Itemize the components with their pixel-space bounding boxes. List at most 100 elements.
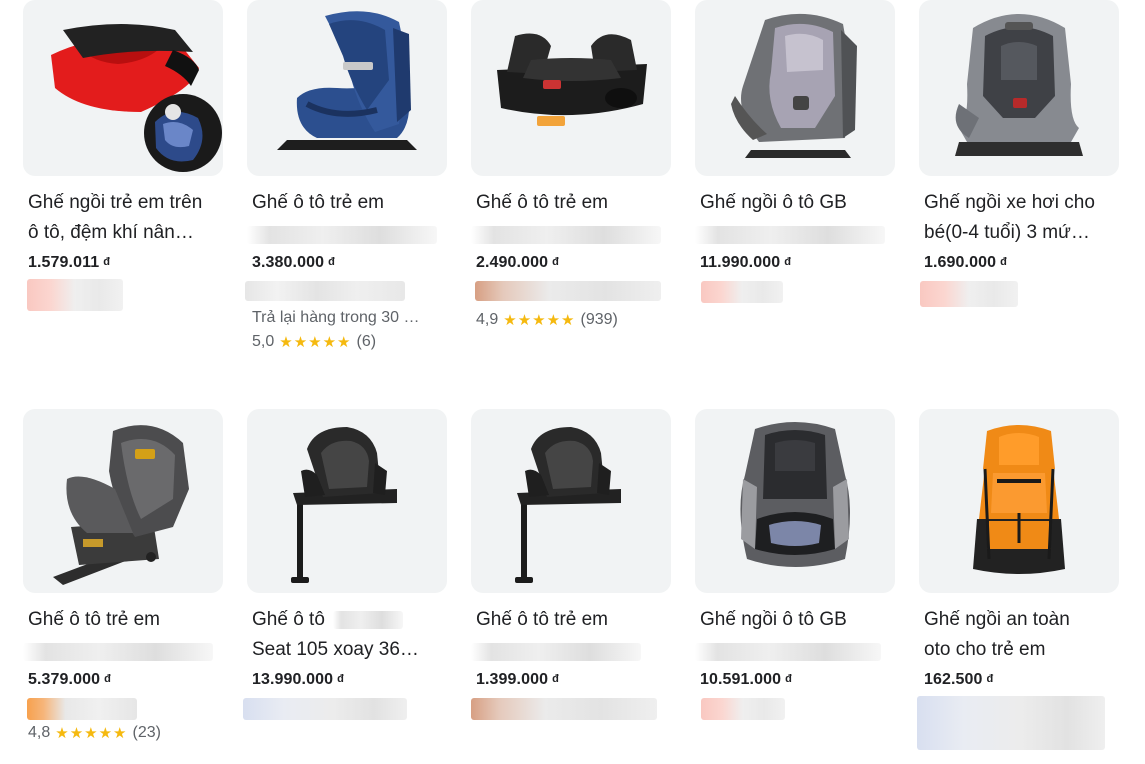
product-title-line1: Ghế ngồi trẻ em trên [28,192,203,213]
rotating-isofix-seat-image[interactable] [23,409,223,593]
product-title[interactable]: Ghế ô tô trẻ em [247,188,447,248]
product-title-line1: Ghế ô tô trẻ em [252,192,385,213]
price-value: 1.690.000 [924,254,997,271]
product-price: 1.399.000 đ [471,671,671,689]
product-title-line1: Ghế ngồi an toàn [924,609,1070,630]
product-title[interactable]: Ghế ngồi trẻ em trên ô tô, đệm khí nân… [23,188,223,248]
product-title[interactable]: Ghế ô tô trẻ em [23,605,223,665]
rating-value: 4,8 [28,724,51,741]
price-value: 3.380.000 [252,254,325,271]
seller-logo [475,281,661,301]
currency-symbol: đ [1000,256,1007,268]
gray-convertible-seat-image[interactable] [695,0,895,176]
review-count: (939) [580,311,618,328]
currency-symbol: đ [337,673,344,685]
product-card[interactable]: Ghế ngồi ô tô GB 10.591.000 đ [695,409,895,722]
seller-row[interactable] [917,696,1119,750]
product-title[interactable]: Ghế ô tô trẻ em [471,605,671,665]
leg-support-seat-image[interactable] [247,409,447,593]
product-card[interactable]: Ghế ngồi trẻ em trên ô tô, đệm khí nân… … [23,0,223,311]
product-card[interactable]: Ghế ô tô trẻ em 1.399.000 đ [471,409,671,722]
product-title-line1: Ghế ô tô trẻ em [28,609,161,630]
product-price: 10.591.000 đ [695,671,895,689]
seller-row[interactable] [695,698,895,722]
product-price: 13.990.000 đ [247,671,447,689]
black-booster-seat-image[interactable] [471,0,671,176]
seller-logo [920,281,1018,307]
price-value: 13.990.000 [252,671,334,688]
rating-value: 4,9 [476,311,499,328]
price-value: 1.579.011 [28,254,100,271]
seller-row[interactable] [471,698,671,722]
seller-logo [27,279,123,311]
product-card[interactable]: Ghế ô tô Seat 105 xoay 36… 13.990.000 đ [243,409,447,722]
product-title[interactable]: Ghế ô tô trẻ em [471,188,671,248]
currency-symbol: đ [104,673,111,685]
product-title-line2: ô tô, đệm khí nân… [28,222,194,243]
product-title[interactable]: Ghế ngồi ô tô GB [695,605,895,665]
product-title-line2: bé(0-4 tuổi) 3 mứ… [924,222,1090,243]
seller-row[interactable] [695,281,895,305]
product-price: 5.379.000 đ [23,671,223,689]
high-back-booster-image[interactable] [695,409,895,593]
product-title[interactable]: Ghế ngồi ô tô GB [695,188,895,248]
stars-icon: ★★★★★ [279,334,352,351]
product-price: 2.490.000 đ [471,254,671,272]
review-count: (23) [132,724,161,741]
seller-logo [701,698,785,720]
product-price: 3.380.000 đ [247,254,447,272]
currency-symbol: đ [552,673,559,685]
seller-row[interactable] [23,698,223,722]
seller-logo [245,281,405,301]
seller-logo [701,281,783,303]
product-card[interactable]: Ghế ô tô trẻ em 2.490.000 đ 4,9 ★★★★★ (93… [471,0,671,329]
product-rating[interactable]: 4,9 ★★★★★ (939) [471,311,671,329]
product-rating[interactable]: 4,8 ★★★★★ (23) [23,724,223,742]
price-value: 1.399.000 [476,671,549,688]
product-price: 11.990.000 đ [695,254,895,272]
gray-infant-seat-image[interactable] [919,0,1119,176]
blurred-title-text [333,611,403,629]
product-title[interactable]: Ghế ô tô Seat 105 xoay 36… [247,605,447,665]
blurred-title-text [471,643,641,661]
currency-symbol: đ [103,256,111,268]
stars-icon: ★★★★★ [55,725,128,742]
seller-row[interactable] [23,279,223,311]
product-card[interactable]: Ghế ngồi an toàn oto cho trẻ em 162.500 đ [917,409,1119,750]
currency-symbol: đ [784,256,792,268]
price-value: 162.500 [924,671,983,688]
seller-logo [917,696,1105,750]
product-title-line1: Ghế ngồi xe hơi cho [924,192,1095,213]
seller-row[interactable] [471,281,671,305]
orange-cushion-seat-image[interactable] [919,409,1119,593]
seller-row[interactable] [245,281,447,305]
seller-logo [27,698,137,720]
blurred-title-text [695,226,885,244]
product-card[interactable]: Ghế ngồi ô tô GB 11.990.000 đ [695,0,895,305]
currency-symbol: đ [552,256,559,268]
seller-row[interactable] [243,698,447,722]
product-card[interactable]: Ghế ngồi xe hơi cho bé(0-4 tuổi) 3 mứ… 1… [919,0,1119,307]
product-title-line1: Ghế ô tô trẻ em [476,609,609,630]
blue-car-seat-image[interactable] [247,0,447,176]
blurred-title-text [23,643,213,661]
seller-logo [471,698,657,720]
price-value: 5.379.000 [28,671,101,688]
product-title-line2: Seat 105 xoay 36… [252,639,419,660]
review-count: (6) [356,333,377,350]
product-title[interactable]: Ghế ngồi xe hơi cho bé(0-4 tuổi) 3 mứ… [919,188,1119,248]
product-rating[interactable]: 5,0 ★★★★★ (6) [247,333,447,351]
rating-value: 5,0 [252,333,275,350]
leg-support-seat-image[interactable] [471,409,671,593]
product-card[interactable]: Ghế ô tô trẻ em 5.379.000 đ 4,8 ★★★★★ (23… [23,409,223,742]
price-value: 2.490.000 [476,254,549,271]
return-policy-text: Trả lại hàng trong 30 … [252,309,420,326]
product-title-line2: oto cho trẻ em [924,639,1046,660]
seller-row[interactable] [919,281,1119,307]
currency-symbol: đ [785,673,792,685]
booster-cushion-image[interactable] [23,0,223,176]
product-title[interactable]: Ghế ngồi an toàn oto cho trẻ em [919,605,1119,665]
currency-symbol: đ [328,256,335,268]
product-title-line1: Ghế ngồi ô tô GB [700,609,847,630]
product-card[interactable]: Ghế ô tô trẻ em 3.380.000 đ Trả lại hàng … [245,0,447,351]
